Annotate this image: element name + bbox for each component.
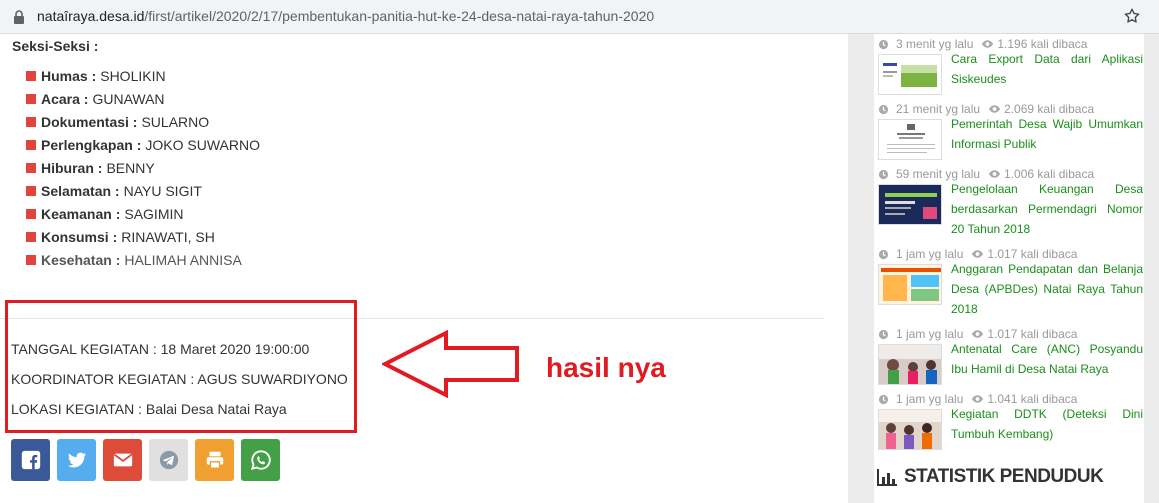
article-title-link[interactable]: Pengelolaan Keuangan Desa berdasarkan Pe… xyxy=(951,179,1143,239)
article-content: Seksi-Seksi : Humas : SHOLIKIN Acara : GUN… xyxy=(0,34,848,503)
article-thumbnail[interactable] xyxy=(878,264,942,305)
clock-icon xyxy=(878,394,889,404)
latest-articles-panel: 3 menit yg lalu 1.196 kali dibaca Cara E… xyxy=(874,34,1144,503)
article-thumbnail[interactable] xyxy=(878,344,942,385)
article-title-link[interactable]: Cara Export Data dari Aplikasi Siskeudes xyxy=(951,49,1143,89)
lokasi-kegiatan: LOKASI KEGIATAN : Balai Desa Natai Raya xyxy=(11,401,287,417)
clock-icon xyxy=(878,39,889,49)
eye-icon xyxy=(988,105,1001,113)
url-text[interactable]: nataîraya.desa.id/first/artikel/2020/2/1… xyxy=(37,8,654,24)
article-thumbnail[interactable] xyxy=(878,184,942,225)
bullet-icon xyxy=(26,208,36,219)
koordinator-kegiatan: KOORDINATOR KEGIATAN : AGUS SUWARDIYONO xyxy=(11,371,348,387)
article-title-link[interactable]: Kegiatan DDTK (Deteksi Dini Tumbuh Kemba… xyxy=(951,404,1143,444)
twitter-icon xyxy=(67,452,86,468)
twitter-share-button[interactable] xyxy=(57,439,96,481)
print-icon xyxy=(206,451,223,469)
bookmark-star-icon[interactable] xyxy=(1123,7,1141,25)
clock-icon xyxy=(878,249,889,259)
statistik-heading[interactable]: STATISTIK PENDUDUK xyxy=(876,466,1104,488)
seksi-name: SAGIMIN xyxy=(124,205,184,222)
seksi-name: NAYU SIGIT xyxy=(123,182,202,199)
url-path: /first/artikel/2020/2/17/pembentukan-pan… xyxy=(144,8,655,24)
bullet-icon xyxy=(26,93,36,104)
sidebar: 3 menit yg lalu 1.196 kali dibaca Cara E… xyxy=(848,34,1159,503)
seksi-role: Humas : xyxy=(41,67,97,84)
seksi-list: Humas : SHOLIKIN Acara : GUNAWAN Dokumenta… xyxy=(26,64,260,271)
seksi-role: Hiburan : xyxy=(41,159,103,176)
print-button[interactable] xyxy=(195,439,234,481)
telegram-share-button[interactable] xyxy=(149,439,188,481)
list-item: Acara : GUNAWAN xyxy=(26,87,260,110)
list-item: Humas : SHOLIKIN xyxy=(26,64,260,87)
url-host: nataîraya.desa.id xyxy=(37,8,145,24)
article-title-link[interactable]: Antenatal Care (ANC) Posyandu Ibu Hamil … xyxy=(951,339,1143,379)
section-title: Seksi-Seksi : xyxy=(12,38,99,54)
bullet-icon xyxy=(26,70,36,81)
seksi-name: RINAWATI, SH xyxy=(121,228,215,245)
list-item: Dokumentasi : SULARNO xyxy=(26,110,260,133)
list-item: Selamatan : NAYU SIGIT xyxy=(26,179,260,202)
list-item: Konsumsi : RINAWATI, SH xyxy=(26,225,260,248)
clock-icon xyxy=(878,329,889,339)
seksi-role: Kesehatan : xyxy=(41,251,121,268)
eye-icon xyxy=(988,170,1001,178)
article-thumbnail[interactable] xyxy=(878,409,942,450)
facebook-share-button[interactable] xyxy=(11,439,50,481)
list-item: Hiburan : BENNY xyxy=(26,156,260,179)
list-item: Kesehatan : HALIMAH ANNISA xyxy=(26,248,260,271)
tanggal-kegiatan: TANGGAL KEGIATAN : 18 Maret 2020 19:00:0… xyxy=(11,341,310,357)
share-buttons xyxy=(11,439,280,481)
seksi-role: Konsumsi : xyxy=(41,228,118,245)
seksi-name: GUNAWAN xyxy=(92,90,165,107)
seksi-name: SULARNO xyxy=(141,113,210,130)
seksi-role: Acara : xyxy=(41,90,89,107)
seksi-name: HALIMAH ANNISA xyxy=(124,251,242,268)
email-share-button[interactable] xyxy=(103,439,142,481)
article-title-link[interactable]: Anggaran Pendapatan dan Belanja Desa (AP… xyxy=(951,259,1143,319)
article-title-link[interactable]: Pemerintah Desa Wajib Umumkan Informasi … xyxy=(951,114,1143,154)
whatsapp-icon xyxy=(250,450,271,471)
eye-icon xyxy=(972,395,984,403)
clock-icon xyxy=(878,104,889,114)
bullet-icon xyxy=(26,185,36,196)
bar-chart-icon xyxy=(877,469,897,486)
statistik-heading-label: STATISTIK PENDUDUK xyxy=(904,466,1104,487)
bullet-icon xyxy=(26,231,36,242)
eye-icon xyxy=(982,40,994,48)
seksi-role: Selamatan : xyxy=(41,182,120,199)
article-thumbnail[interactable] xyxy=(878,54,942,95)
list-item: Perlengkapan : JOKO SUWARNO xyxy=(26,133,260,156)
telegram-icon xyxy=(159,450,178,470)
seksi-name: JOKO SUWARNO xyxy=(145,136,260,153)
facebook-icon xyxy=(21,450,40,470)
email-icon xyxy=(113,453,132,467)
whatsapp-share-button[interactable] xyxy=(241,439,280,481)
bullet-icon xyxy=(26,162,36,173)
seksi-role: Perlengkapan : xyxy=(41,136,142,153)
left-arrow-icon xyxy=(382,329,519,399)
lock-icon xyxy=(14,10,24,24)
list-item: Keamanan : SAGIMIN xyxy=(26,202,260,225)
bullet-icon xyxy=(26,116,36,127)
article-thumbnail[interactable] xyxy=(878,119,942,160)
clock-icon xyxy=(878,169,889,179)
eye-icon xyxy=(972,250,984,258)
seksi-role: Keamanan : xyxy=(41,205,121,222)
annotation-label: hasil nya xyxy=(546,352,666,383)
bullet-icon xyxy=(26,254,36,265)
address-bar[interactable]: nataîraya.desa.id/first/artikel/2020/2/1… xyxy=(0,0,1159,34)
bullet-icon xyxy=(26,139,36,150)
seksi-role: Dokumentasi : xyxy=(41,113,138,130)
seksi-name: BENNY xyxy=(106,159,155,176)
seksi-name: SHOLIKIN xyxy=(100,67,166,84)
eye-icon xyxy=(972,330,984,338)
